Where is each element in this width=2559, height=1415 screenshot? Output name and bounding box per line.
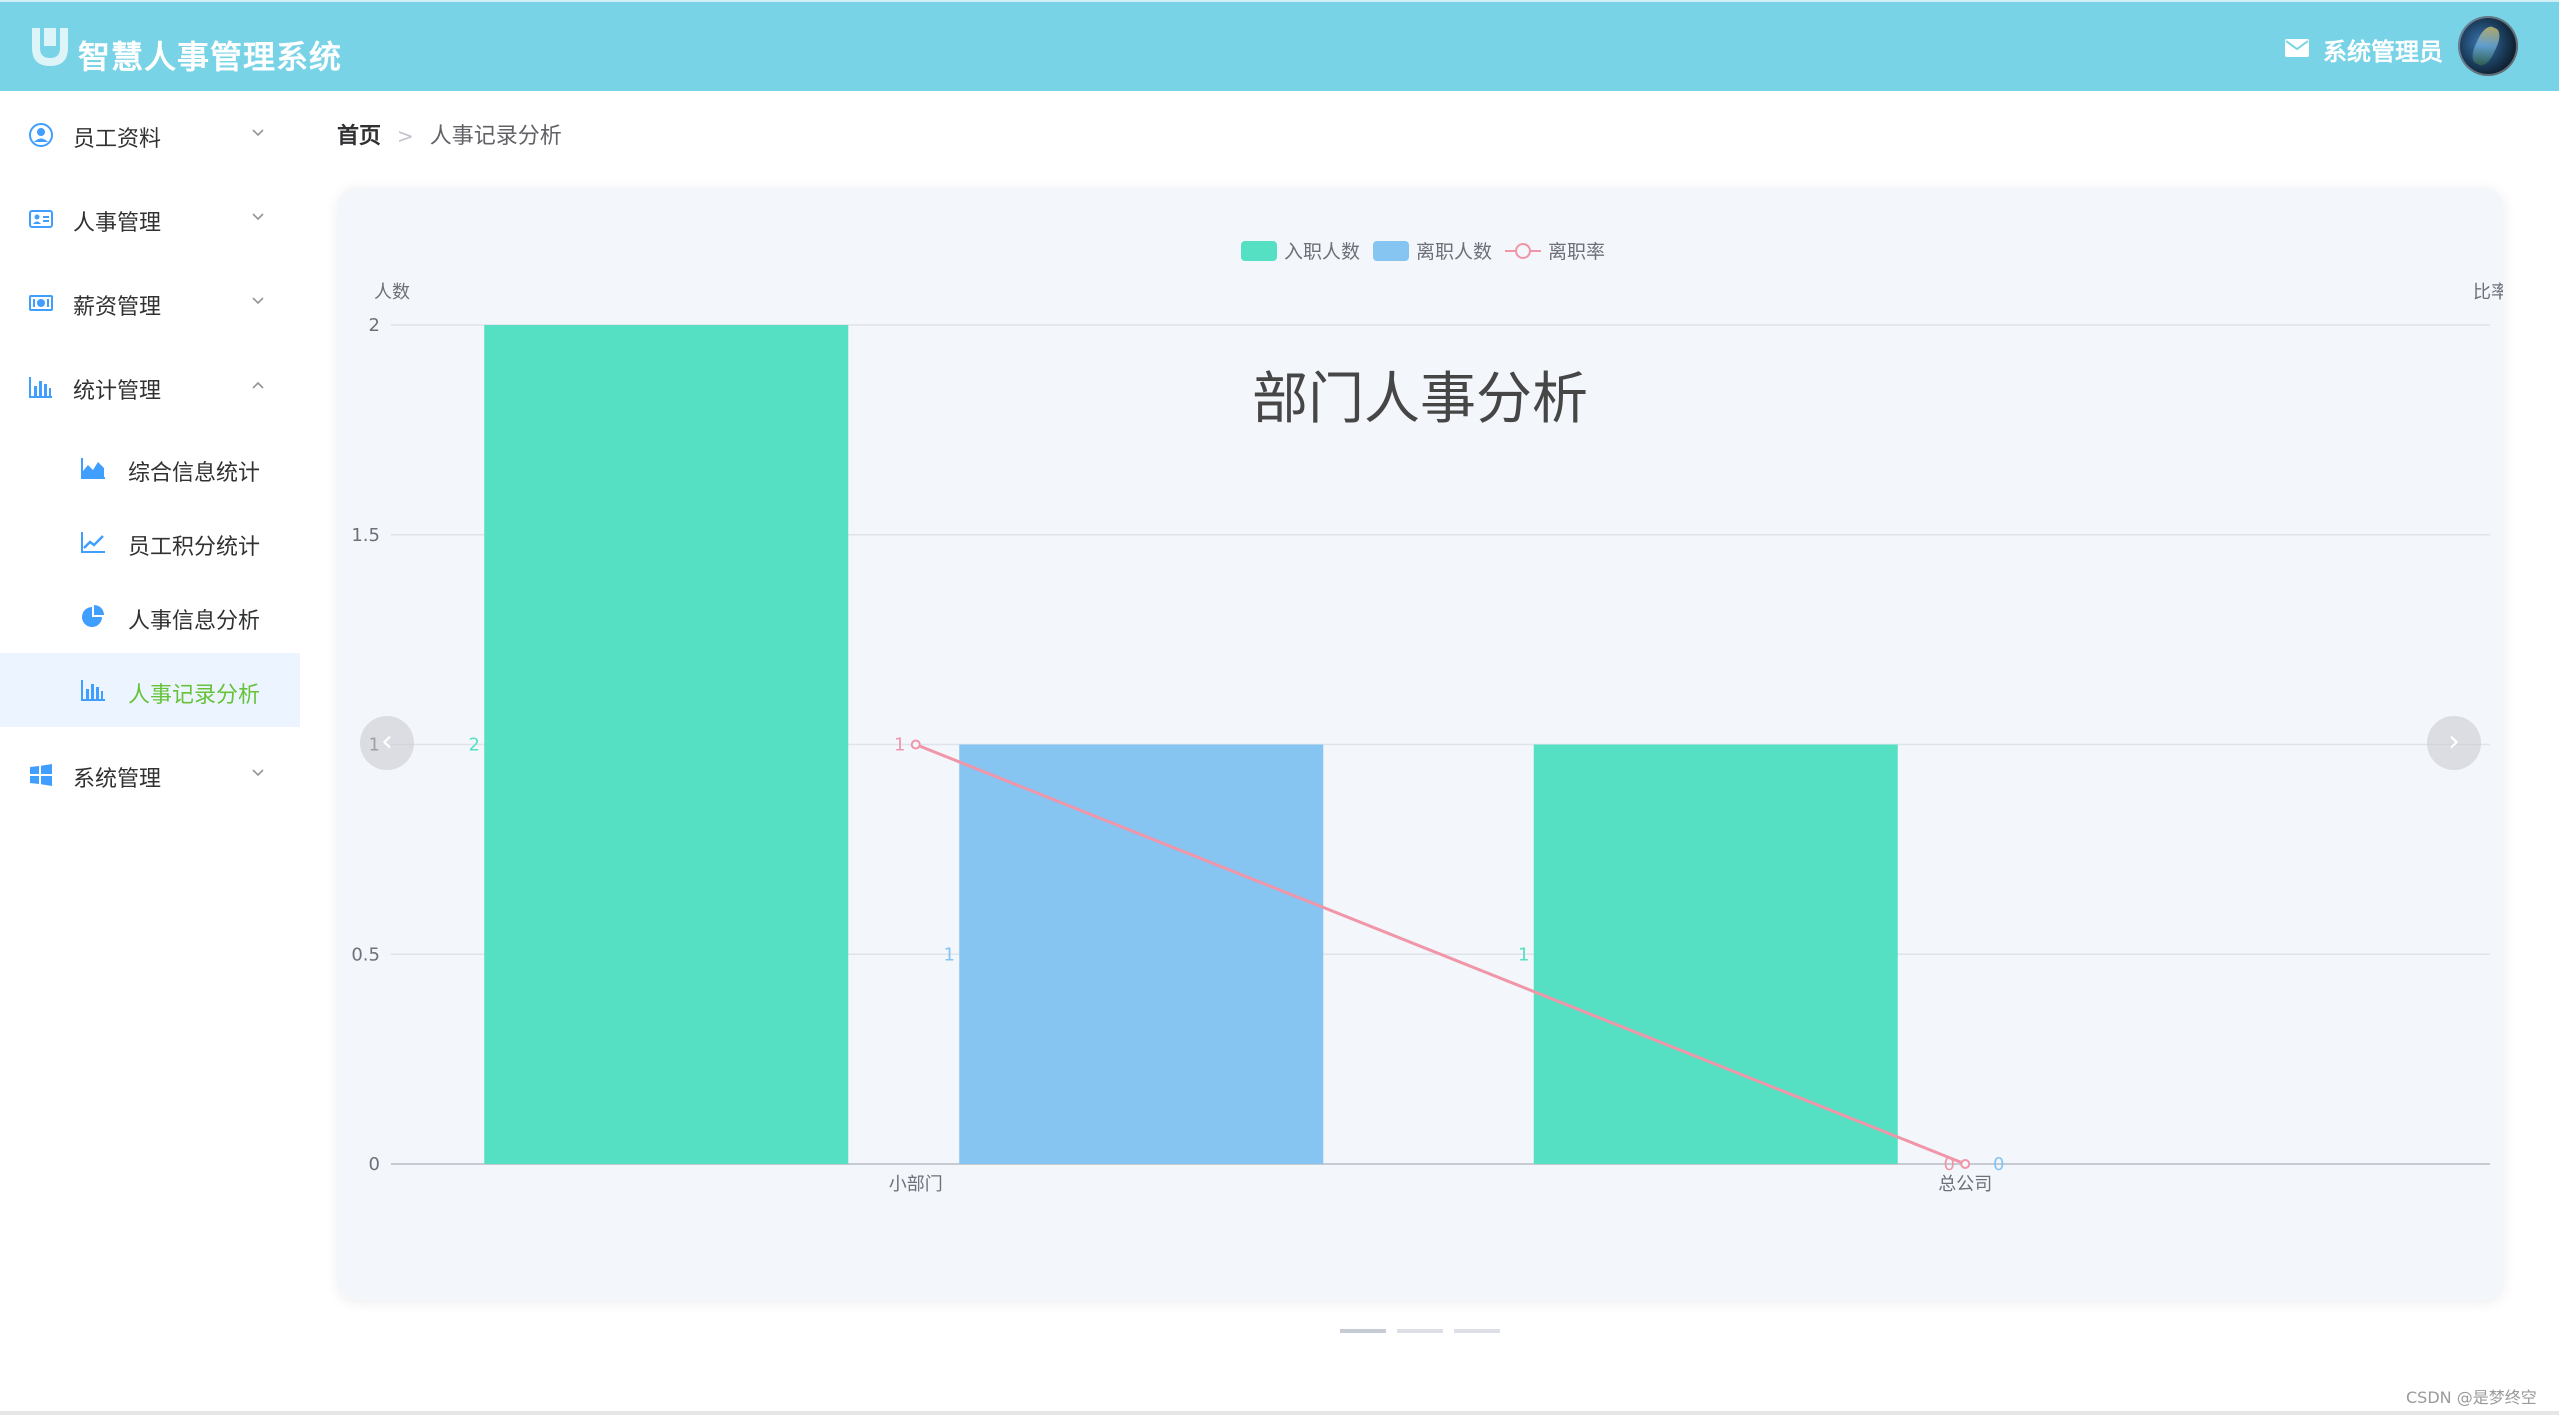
line-point [1960,1159,1971,1169]
chevron-up-icon [252,381,264,389]
bar-value-label: 2 [469,735,480,756]
legend-swatch [1373,241,1409,261]
app-title: 智慧人事管理系统 [78,38,343,76]
chevron-down-icon [252,213,264,221]
carousel-indicators [1340,1318,1511,1337]
sidebar-subitem-label: 综合信息统计 [128,461,261,486]
sidebar-item-statistics[interactable]: 统计管理 [0,343,300,427]
mail-icon[interactable] [2285,39,2309,57]
legend-label: 离职率 [1548,241,1605,263]
bar-value-label: 0 [1993,1154,2004,1175]
app-header: 智慧人事管理系统 系统管理员 [0,0,2559,91]
sidebar-subitem-personnel-info[interactable]: 人事信息分析 [0,579,300,653]
y-tick-label: 0 [369,1154,380,1175]
line-point [910,739,921,750]
bar [959,744,1324,1164]
chevron-down-icon [252,769,264,777]
x-tick-label: 小部门 [889,1174,943,1195]
sidebar-item-system[interactable]: 系统管理 [0,731,300,815]
avatar[interactable] [2458,16,2518,76]
sidebar-item-label: 薪资管理 [73,295,162,320]
line-chart-icon [81,532,105,553]
sidebar-item-personnel[interactable]: 人事管理 [0,175,300,259]
x-tick-label: 总公司 [1938,1174,1992,1195]
bar-chart-icon [81,680,105,701]
carousel-indicator[interactable] [1397,1329,1443,1333]
breadcrumb-separator: > [397,124,414,148]
breadcrumb-current: 人事记录分析 [429,124,562,149]
windows-icon [30,764,52,786]
sidebar-item-salary[interactable]: 薪资管理 [0,259,300,343]
chart-title: 部门人事分析 [1252,367,1588,432]
bar [484,325,849,1164]
carousel-prev-button[interactable]: ‹ [360,716,414,770]
y-axis-label: 人数 [374,282,410,303]
chevron-down-icon [252,129,264,137]
user-circle-icon [29,123,53,147]
sidebar-item-employee-info[interactable]: 员工资料 [0,91,300,175]
chevron-down-icon [252,297,264,305]
id-card-icon [29,210,53,228]
chart: 00.511.52人数比率部门人事分析入职人数离职人数离职率21小部门10总公司… [351,241,2503,1195]
sidebar-subitem-overall-stats[interactable]: 综合信息统计 [0,431,300,505]
y-tick-label: 1.5 [351,525,380,546]
carousel-next-button[interactable]: › [2427,716,2481,770]
bar-chart-icon [29,377,52,398]
sidebar-item-label: 系统管理 [73,767,162,792]
legend-swatch [1241,241,1277,261]
sidebar-subitem-label: 员工积分统计 [128,535,261,560]
sidebar-item-label: 员工资料 [73,127,162,152]
logo-icon [32,28,68,66]
line-value-label: 1 [894,735,905,756]
legend-label: 入职人数 [1284,241,1360,263]
carousel-indicator[interactable] [1454,1329,1500,1333]
y-tick-label: 2 [369,315,380,336]
sidebar: 员工资料 人事管理 薪资管理 统计管理 综合信息统计 员工积分统计 人事信息分析… [0,91,300,1415]
sidebar-item-label: 统计管理 [73,379,162,404]
sidebar-item-label: 人事管理 [73,211,162,236]
legend-marker [1515,243,1531,259]
y-tick-label: 0.5 [351,944,380,965]
watermark: CSDN @是梦终空 [2406,1388,2537,1407]
bottom-border [0,1411,2559,1415]
line-value-label: 0 [1944,1154,1955,1175]
breadcrumb-home[interactable]: 首页 [337,124,381,149]
breadcrumb: 首页 > 人事记录分析 [337,118,562,150]
sidebar-subitem-label: 人事记录分析 [128,683,261,708]
bar-value-label: 1 [944,944,955,965]
pie-chart-icon [82,605,104,627]
carousel-indicator[interactable] [1340,1329,1386,1333]
user-name[interactable]: 系统管理员 [2323,32,2443,67]
sidebar-subitem-points-stats[interactable]: 员工积分统计 [0,505,300,579]
legend-label: 离职人数 [1416,241,1492,263]
money-icon [29,295,53,311]
sidebar-subitem-label: 人事信息分析 [128,609,261,634]
y2-axis-label: 比率 [2473,282,2503,303]
bar-value-label: 1 [1518,944,1529,965]
sidebar-subitem-personnel-records[interactable]: 人事记录分析 [0,653,300,727]
area-chart-icon [81,458,105,479]
bar [1533,744,1898,1164]
chart-card: 00.511.52人数比率部门人事分析入职人数离职人数离职率21小部门10总公司… [338,188,2503,1300]
